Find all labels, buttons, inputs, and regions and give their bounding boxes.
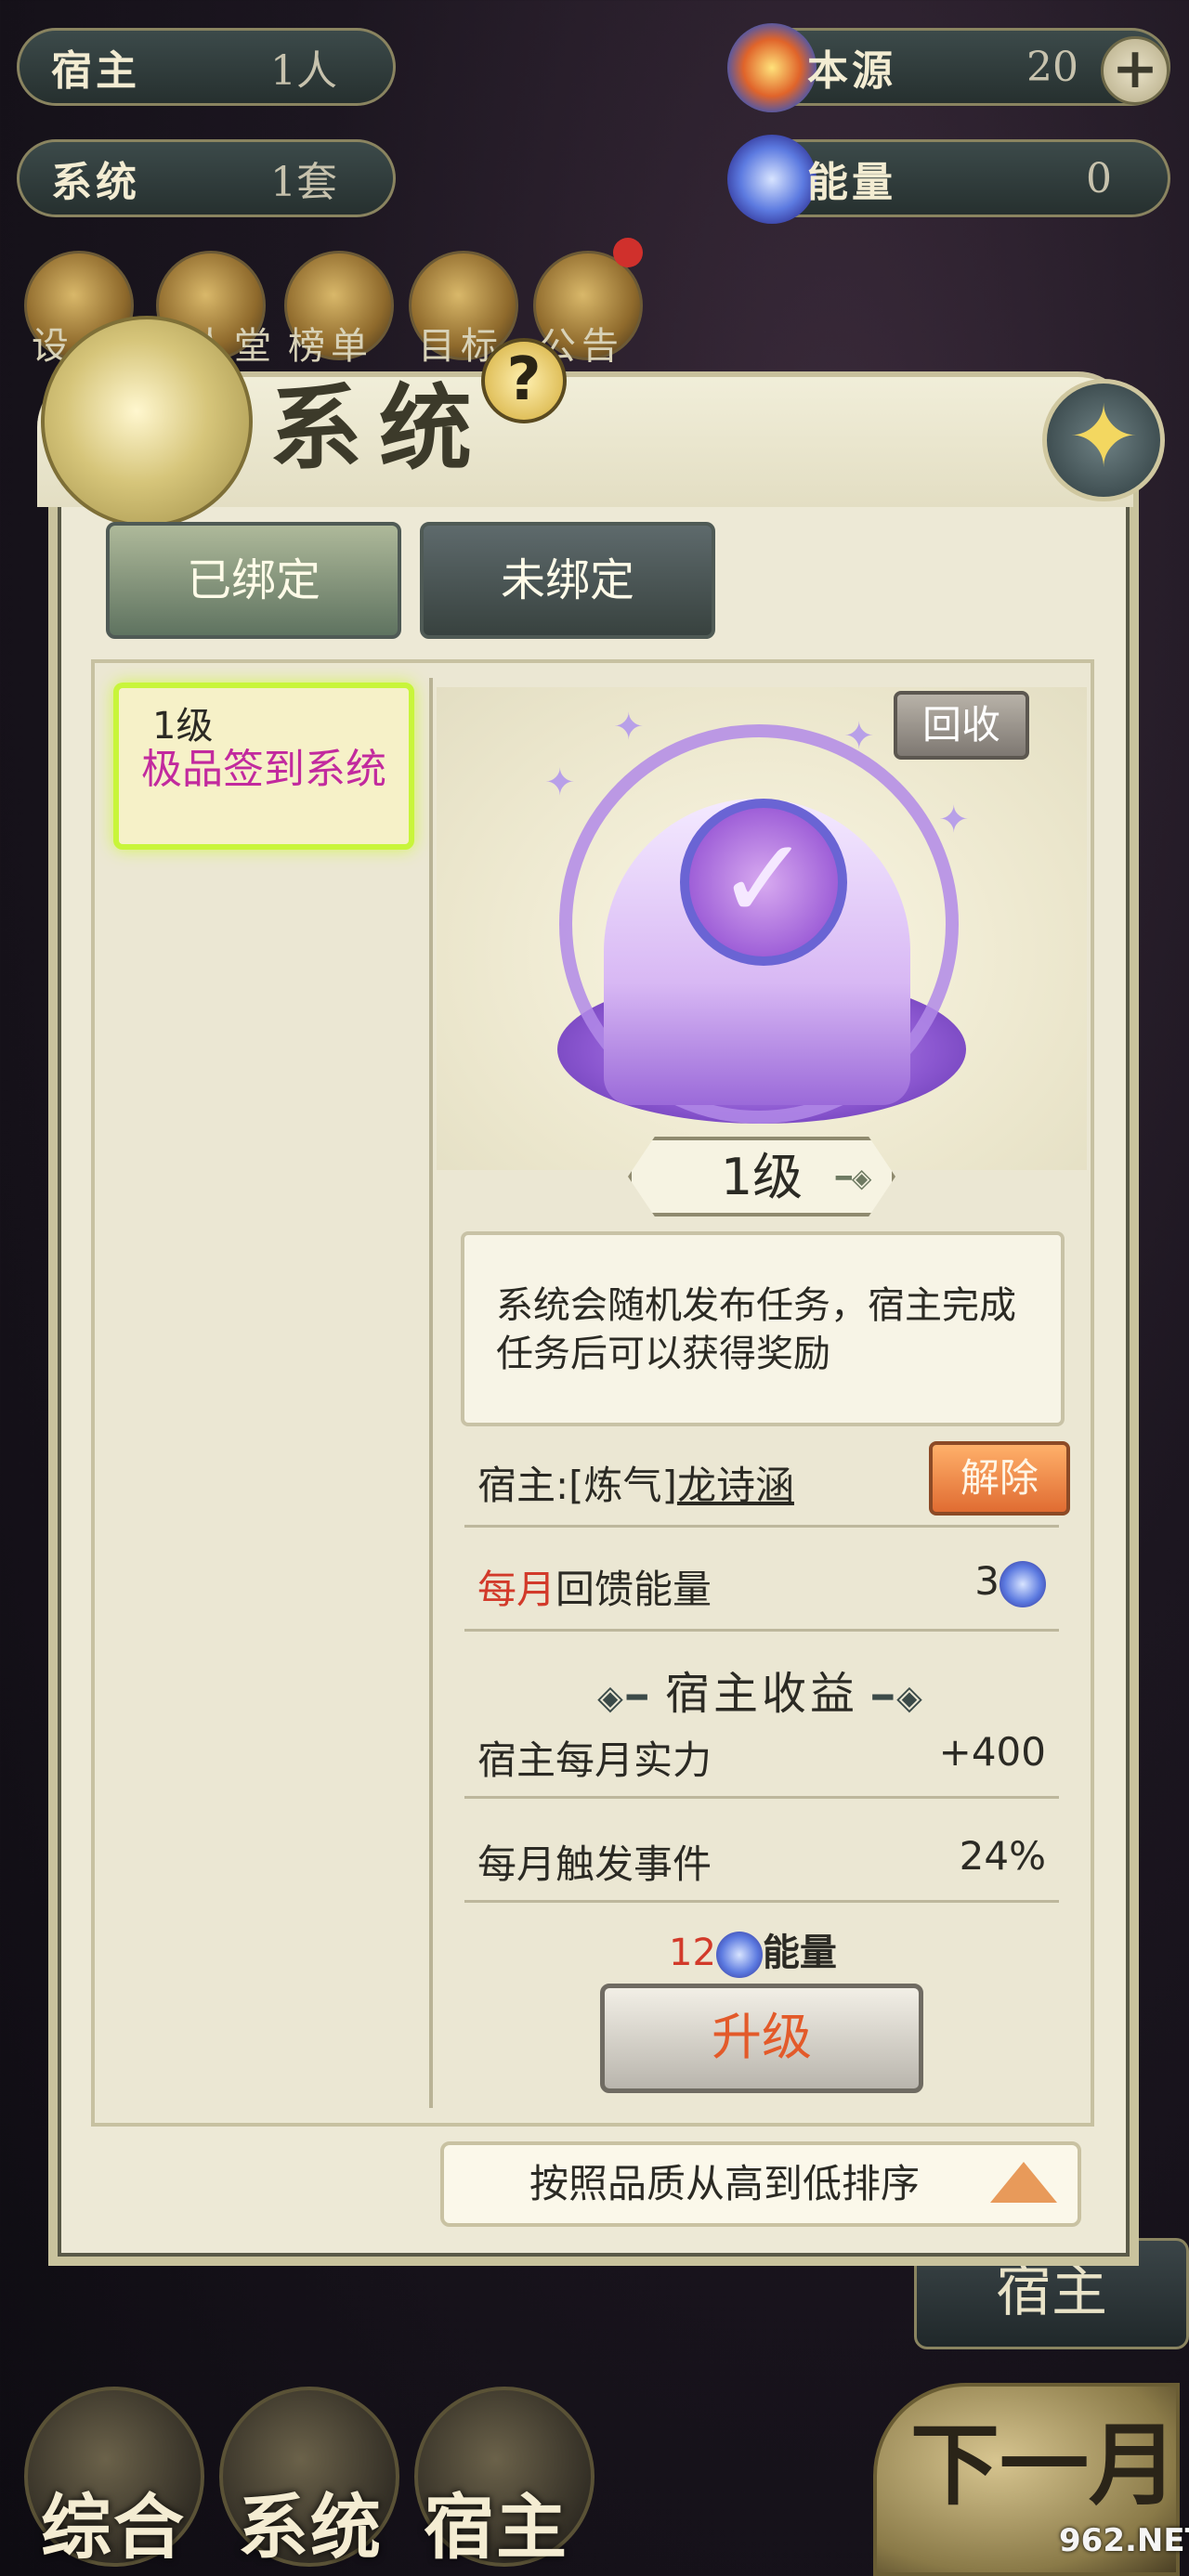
origin-value: 20	[1026, 43, 1078, 91]
watermark: 962.NET	[1059, 2522, 1189, 2559]
host-realm: [炼气]	[568, 1463, 677, 1508]
host-count-bar: 宿主 1人	[17, 28, 396, 106]
monthly-energy-value: 3	[974, 1558, 1000, 1604]
notice-badge-dot	[613, 238, 643, 267]
separator	[464, 1525, 1059, 1528]
section-title: 宿主收益	[664, 1668, 858, 1720]
origin-label: 本源	[807, 47, 896, 95]
next-month-label[interactable]: 下一月	[910, 2414, 1178, 2517]
close-button[interactable]: ✦	[1042, 379, 1165, 501]
separator	[464, 1900, 1059, 1903]
benefit-label: 每月触发事件	[477, 1841, 712, 1887]
sparkle-icon: ✦	[544, 761, 576, 804]
sort-toggle[interactable]: 按照品质从高到低排序	[440, 2141, 1081, 2227]
nav-system-label[interactable]: 系统	[238, 2470, 383, 2572]
sparkle-icon: ✦	[843, 715, 875, 758]
list-divider	[429, 678, 433, 2108]
upgrade-cost-amount: 12	[669, 1932, 716, 1974]
check-emblem-icon: ✓	[680, 799, 847, 966]
benefits-section-header: ◈━ 宿主收益 ━◈	[464, 1657, 1059, 1722]
energy-icon	[1000, 1560, 1046, 1607]
release-button[interactable]: 解除	[929, 1441, 1070, 1516]
benefit-value: 24%	[959, 1833, 1046, 1879]
tab-unbound[interactable]: 未绑定	[420, 522, 715, 639]
benefit-value: +400	[938, 1729, 1046, 1775]
sparkle-icon: ✦	[613, 706, 645, 748]
upgrade-cost: 12 能量	[669, 1922, 837, 1978]
monthly-energy-highlight: 每月	[477, 1567, 556, 1612]
origin-flame-icon	[727, 23, 817, 112]
upgrade-button[interactable]: 升级	[600, 1984, 923, 2093]
help-button[interactable]: ?	[481, 338, 567, 423]
benefit-row: 宿主每月实力 +400	[477, 1729, 1046, 1786]
list-item-name: 极品签到系统	[141, 746, 386, 793]
recycle-button[interactable]: 回收	[894, 691, 1029, 760]
energy-label: 能量	[807, 159, 896, 206]
separator	[464, 1629, 1059, 1632]
section-right-ornament: ━◈	[858, 1679, 926, 1717]
energy-bar: 能量 0	[727, 135, 1170, 224]
benefit-label: 宿主每月实力	[477, 1737, 712, 1783]
sparkle-icon: ✦	[938, 799, 970, 841]
host-count-label: 宿主	[51, 47, 140, 95]
level-right-ornament: ━◈	[836, 1163, 872, 1193]
energy-value: 0	[1086, 154, 1112, 202]
sort-label: 按照品质从高到低排序	[529, 2161, 921, 2206]
monthly-energy-value-wrap: 3	[974, 1558, 1046, 1607]
tab-bound[interactable]: 已绑定	[106, 522, 401, 639]
system-count-bar: 系统 1套	[17, 139, 396, 217]
panel-title: 系统	[269, 373, 489, 483]
monthly-energy-label: 回馈能量	[555, 1567, 712, 1612]
sort-direction-icon[interactable]	[990, 2162, 1057, 2203]
section-left-ornament: ◈━	[597, 1679, 665, 1717]
host-name-link[interactable]: 龙诗涵	[677, 1463, 794, 1508]
nav-host-label[interactable]: 宿主	[424, 2470, 568, 2572]
system-count-value: 1套	[270, 159, 337, 206]
benefit-row: 每月触发事件 24%	[477, 1833, 1046, 1890]
upgrade-cost-unit: 能量	[762, 1932, 837, 1974]
nav-overview-label[interactable]: 综合	[41, 2470, 186, 2572]
energy-icon	[715, 1932, 763, 1978]
energy-swirl-icon	[727, 135, 817, 224]
list-item-level: 1级	[152, 705, 214, 748]
system-description: 系统会随机发布任务，宿主完成任务后可以获得奖励	[461, 1231, 1065, 1426]
system-count-label: 系统	[51, 159, 140, 206]
origin-bar: 本源 20 +	[727, 23, 1170, 112]
host-count-value: 1人	[270, 47, 337, 95]
separator	[464, 1796, 1059, 1799]
system-orb-icon	[41, 316, 253, 527]
system-list-item[interactable]: 1级 极品签到系统	[113, 683, 414, 850]
host-prefix: 宿主:	[477, 1463, 569, 1508]
monthly-energy-row: 每月回馈能量 3	[477, 1558, 1046, 1615]
add-origin-button[interactable]: +	[1101, 36, 1169, 105]
